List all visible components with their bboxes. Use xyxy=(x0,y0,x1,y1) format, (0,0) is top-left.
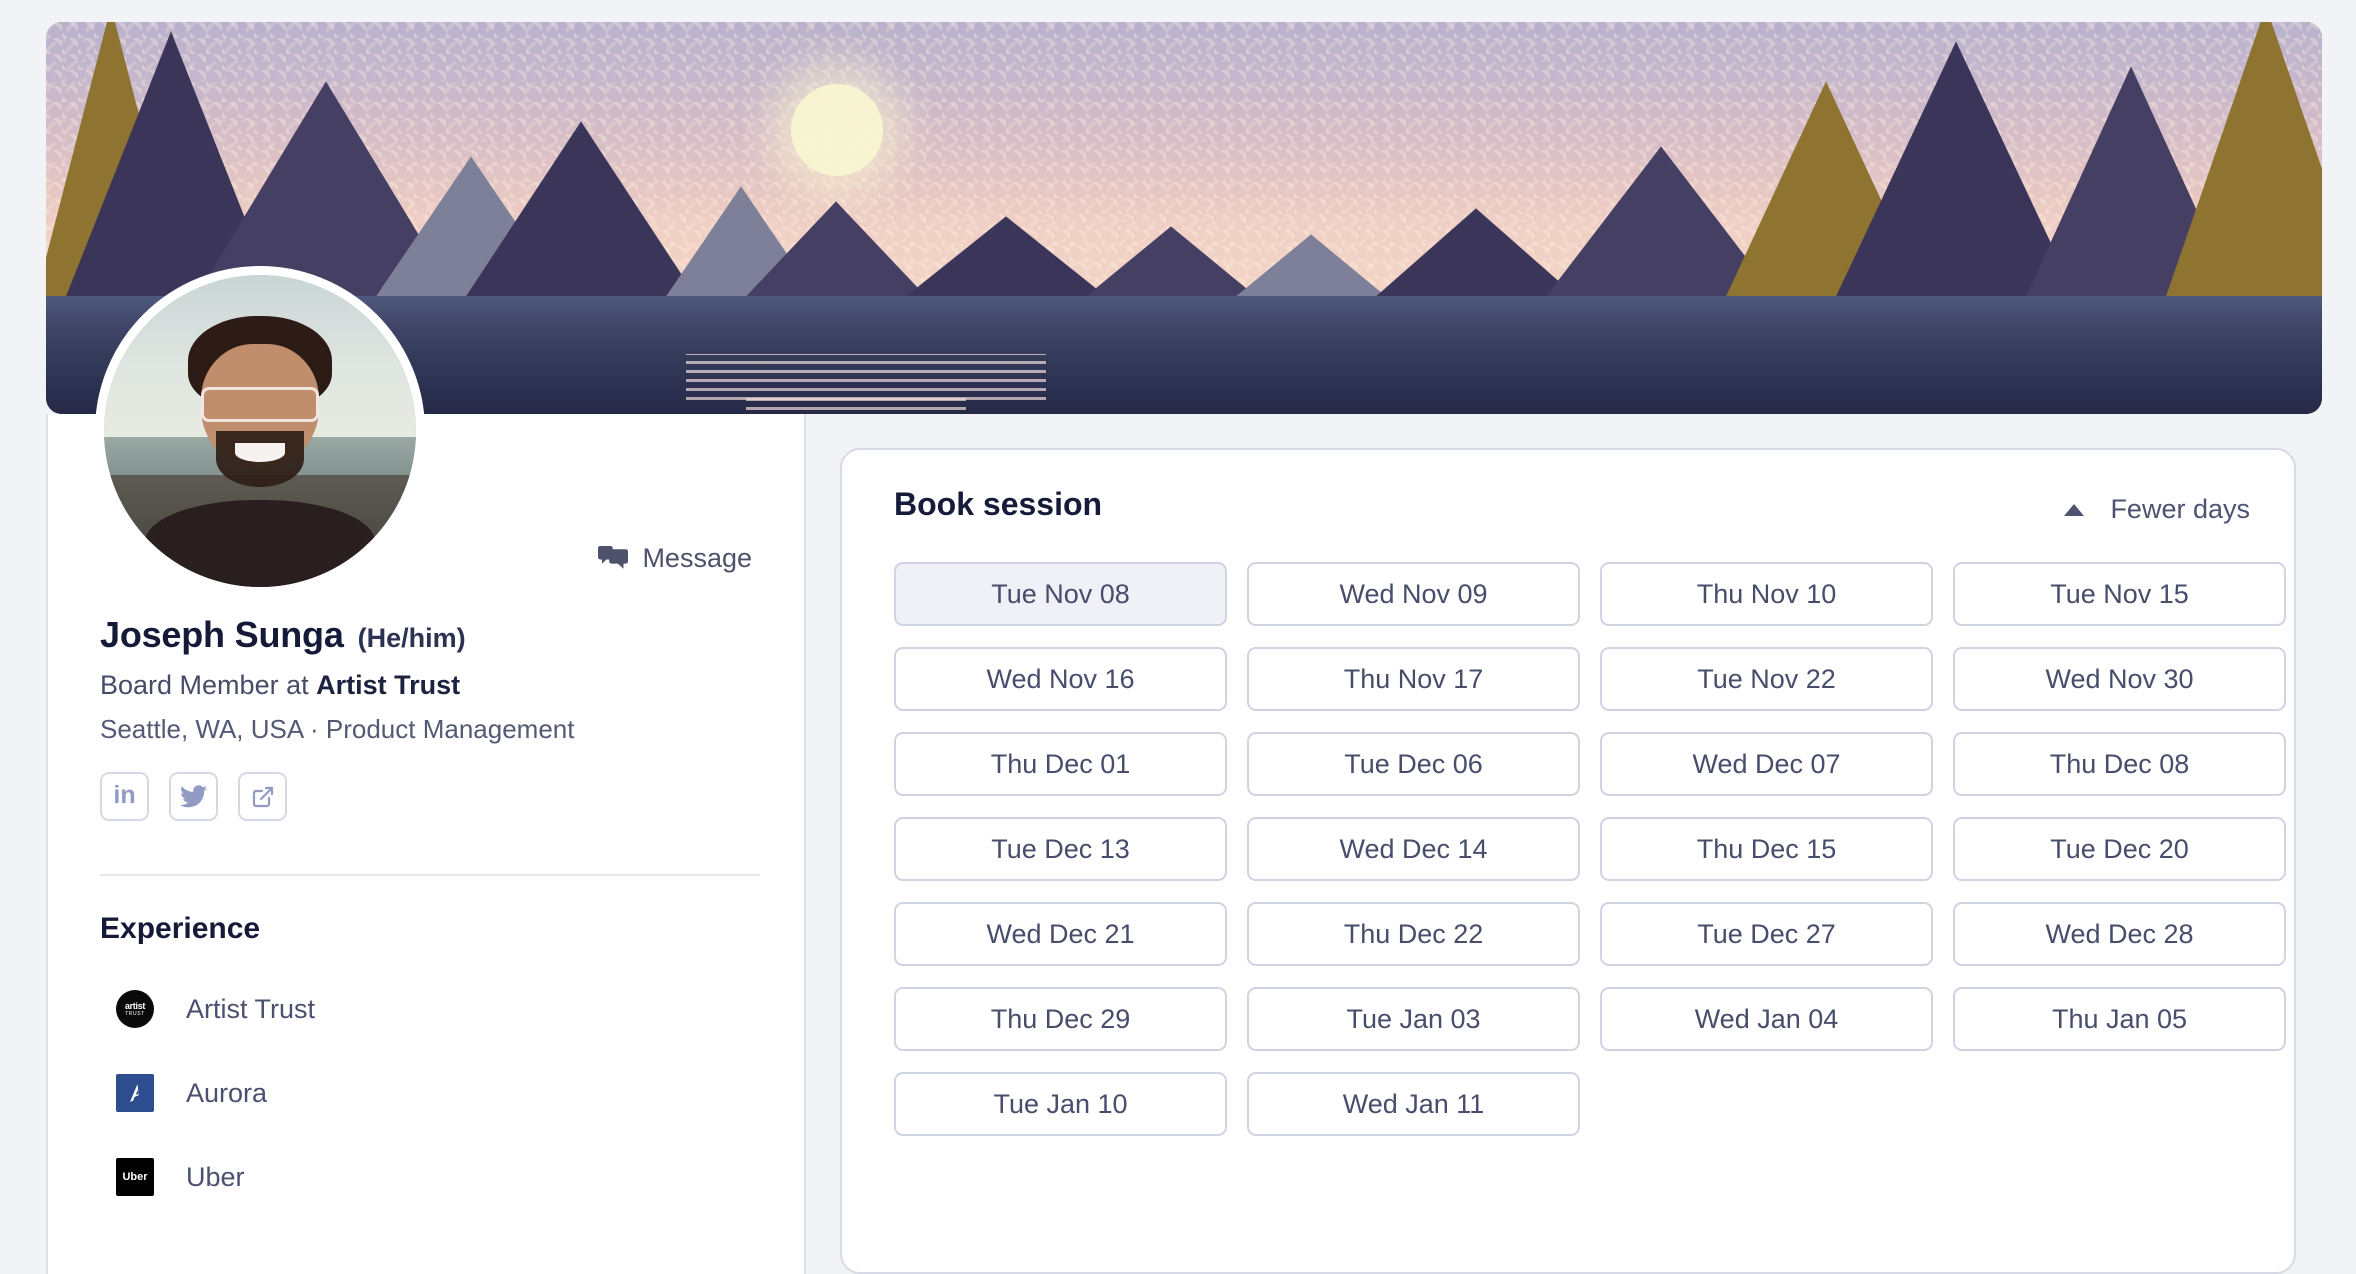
date-option-button[interactable]: Tue Nov 08 xyxy=(894,562,1227,626)
date-option-button[interactable]: Tue Dec 13 xyxy=(894,817,1227,881)
date-option-button[interactable]: Tue Nov 15 xyxy=(1953,562,2286,626)
date-option-button[interactable]: Tue Jan 03 xyxy=(1247,987,1580,1051)
date-option-button[interactable]: Thu Nov 17 xyxy=(1247,647,1580,711)
experience-company-name: Artist Trust xyxy=(186,993,316,1024)
section-divider xyxy=(100,874,760,876)
experience-company-name: Uber xyxy=(186,1161,245,1192)
profile-booking-page: Message Joseph Sunga (He/him) Board Memb… xyxy=(0,0,2356,1274)
message-button-label: Message xyxy=(642,543,752,573)
headline-company: Artist Trust xyxy=(316,670,461,700)
page-title: Joseph Sunga xyxy=(100,614,344,655)
date-option-button[interactable]: Tue Dec 20 xyxy=(1953,817,2286,881)
fewer-days-label: Fewer days xyxy=(2110,494,2250,524)
date-option-button[interactable]: Tue Jan 10 xyxy=(894,1072,1227,1136)
book-session-card: Book session Fewer days Tue Nov 08 Wed No… xyxy=(840,448,2296,1274)
headline-prefix: Board Member at xyxy=(100,670,317,700)
date-option-button[interactable]: Thu Dec 29 xyxy=(894,987,1227,1051)
location-text: Seattle, WA, USA · Product Management xyxy=(100,714,575,744)
message-button[interactable]: Message xyxy=(598,543,752,574)
caret-up-icon xyxy=(2064,503,2085,516)
date-option-button[interactable]: Wed Dec 21 xyxy=(894,902,1227,966)
experience-company-name: Aurora xyxy=(186,1077,268,1108)
date-option-button[interactable]: Wed Dec 28 xyxy=(1953,902,2286,966)
mountain-ridge xyxy=(46,22,2322,297)
date-option-button[interactable]: Thu Dec 22 xyxy=(1247,902,1580,966)
artist-trust-logo-line2: TRUST xyxy=(125,1010,145,1017)
date-option-button[interactable]: Tue Dec 06 xyxy=(1247,732,1580,796)
linkedin-icon[interactable]: in xyxy=(100,772,149,821)
date-option-button[interactable]: Wed Nov 09 xyxy=(1247,562,1580,626)
list-item[interactable]: artist TRUST Artist Trust xyxy=(116,980,756,1038)
date-option-button[interactable]: Wed Jan 04 xyxy=(1600,987,1933,1051)
headline: Board Member at Artist Trust xyxy=(100,670,760,701)
social-links: in xyxy=(100,772,287,821)
book-session-title: Book session xyxy=(894,486,1103,522)
list-item[interactable]: Aurora xyxy=(116,1064,756,1122)
artist-trust-logo-icon: artist TRUST xyxy=(116,990,154,1028)
date-grid: Tue Nov 08 Wed Nov 09 Thu Nov 10 Tue Nov 15… xyxy=(894,562,2286,1136)
aurora-logo-icon xyxy=(116,1074,154,1112)
twitter-icon[interactable] xyxy=(169,772,218,821)
avatar-photo xyxy=(104,275,416,587)
artist-trust-logo-line1: artist xyxy=(124,1000,146,1011)
date-option-button[interactable]: Thu Dec 15 xyxy=(1600,817,1933,881)
date-option-button[interactable]: Tue Nov 22 xyxy=(1600,647,1933,711)
profile-panel: Message Joseph Sunga (He/him) Board Memb… xyxy=(46,266,806,1274)
list-item[interactable]: Uber Uber xyxy=(116,1148,756,1206)
identity-block: Joseph Sunga (He/him) Board Member at Ar… xyxy=(100,614,760,745)
date-option-button[interactable]: Tue Dec 27 xyxy=(1600,902,1933,966)
external-link-icon[interactable] xyxy=(238,772,287,821)
fewer-days-button[interactable]: Fewer days xyxy=(2064,494,2250,525)
date-option-button[interactable]: Thu Dec 08 xyxy=(1953,732,2286,796)
date-option-button[interactable]: Thu Jan 05 xyxy=(1953,987,2286,1051)
experience-list: artist TRUST Artist Trust Aurora Uber Ub… xyxy=(116,980,756,1232)
date-option-button[interactable]: Thu Nov 10 xyxy=(1600,562,1933,626)
uber-logo-icon: Uber xyxy=(116,1158,154,1196)
experience-heading: Experience xyxy=(100,912,261,945)
chat-bubble-icon xyxy=(598,545,629,573)
water-reflection-lower xyxy=(746,392,966,410)
date-option-button[interactable]: Wed Dec 14 xyxy=(1247,817,1580,881)
date-option-button[interactable]: Thu Dec 01 xyxy=(894,732,1227,796)
date-option-button[interactable]: Wed Nov 30 xyxy=(1953,647,2286,711)
avatar xyxy=(95,266,425,596)
date-option-button[interactable]: Wed Dec 07 xyxy=(1600,732,1933,796)
book-session-header: Book session Fewer days xyxy=(842,450,2294,562)
date-option-button[interactable]: Wed Jan 11 xyxy=(1247,1072,1580,1136)
pronouns: (He/him) xyxy=(357,623,466,653)
date-option-button[interactable]: Wed Nov 16 xyxy=(894,647,1227,711)
